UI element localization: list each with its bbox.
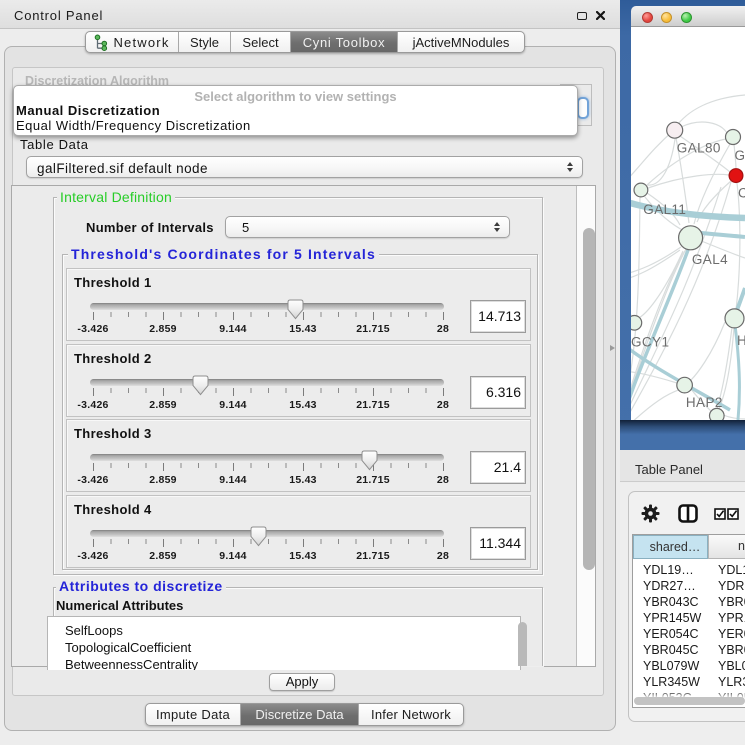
svg-text:GAL4: GAL4: [692, 252, 728, 267]
svg-text:GAL11: GAL11: [643, 202, 686, 217]
svg-text:GCY1: GCY1: [631, 334, 669, 349]
svg-text:GAL80: GAL80: [677, 141, 721, 156]
svg-text:H: H: [737, 333, 745, 348]
svg-text:HAP2: HAP2: [686, 395, 723, 410]
svg-text:GA: GA: [735, 148, 745, 163]
svg-text:CY: CY: [738, 186, 745, 201]
